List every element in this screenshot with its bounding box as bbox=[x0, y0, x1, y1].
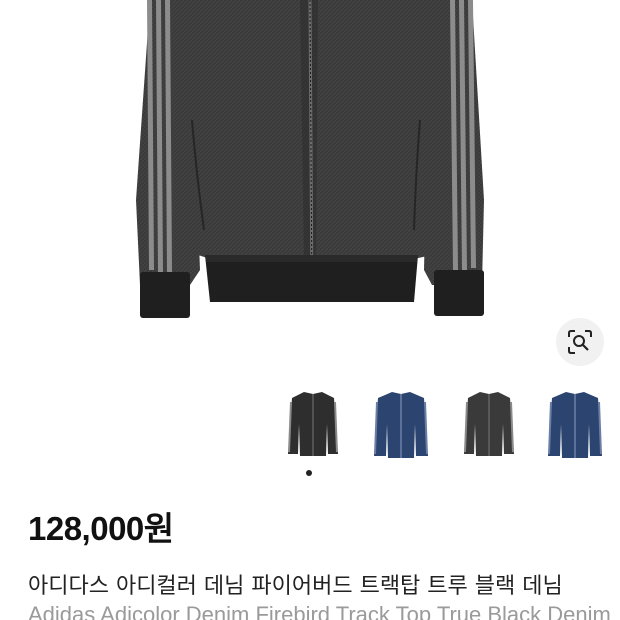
product-main-image[interactable] bbox=[0, 0, 620, 372]
image-search-lens-button[interactable] bbox=[556, 318, 604, 366]
thumbnail-strip bbox=[280, 384, 610, 464]
product-title-english: Adidas Adicolor Denim Firebird Track Top… bbox=[28, 604, 611, 620]
thumbnail-jacket-icon bbox=[374, 392, 428, 458]
product-price: 128,000원 bbox=[28, 510, 174, 547]
active-thumbnail-indicator bbox=[306, 470, 312, 476]
thumbnail-jacket-icon bbox=[464, 392, 514, 456]
thumbnail-jacket-icon bbox=[548, 392, 602, 458]
thumbnail-blue-denim-1[interactable] bbox=[368, 384, 434, 464]
lens-icon bbox=[568, 330, 592, 354]
jacket-illustration bbox=[136, 0, 484, 318]
product-detail-page: 128,000원 아디다스 아디컬러 데님 파이어버드 트랙탑 트루 블랙 데님… bbox=[0, 0, 620, 620]
thumbnail-jacket-icon bbox=[288, 392, 338, 456]
thumbnail-black-denim-2[interactable] bbox=[456, 384, 522, 464]
thumbnail-blue-denim-2[interactable] bbox=[542, 384, 608, 464]
product-title-korean: 아디다스 아디컬러 데님 파이어버드 트랙탑 트루 블랙 데님 bbox=[28, 574, 563, 599]
thumbnail-black-denim-1[interactable] bbox=[280, 384, 346, 464]
